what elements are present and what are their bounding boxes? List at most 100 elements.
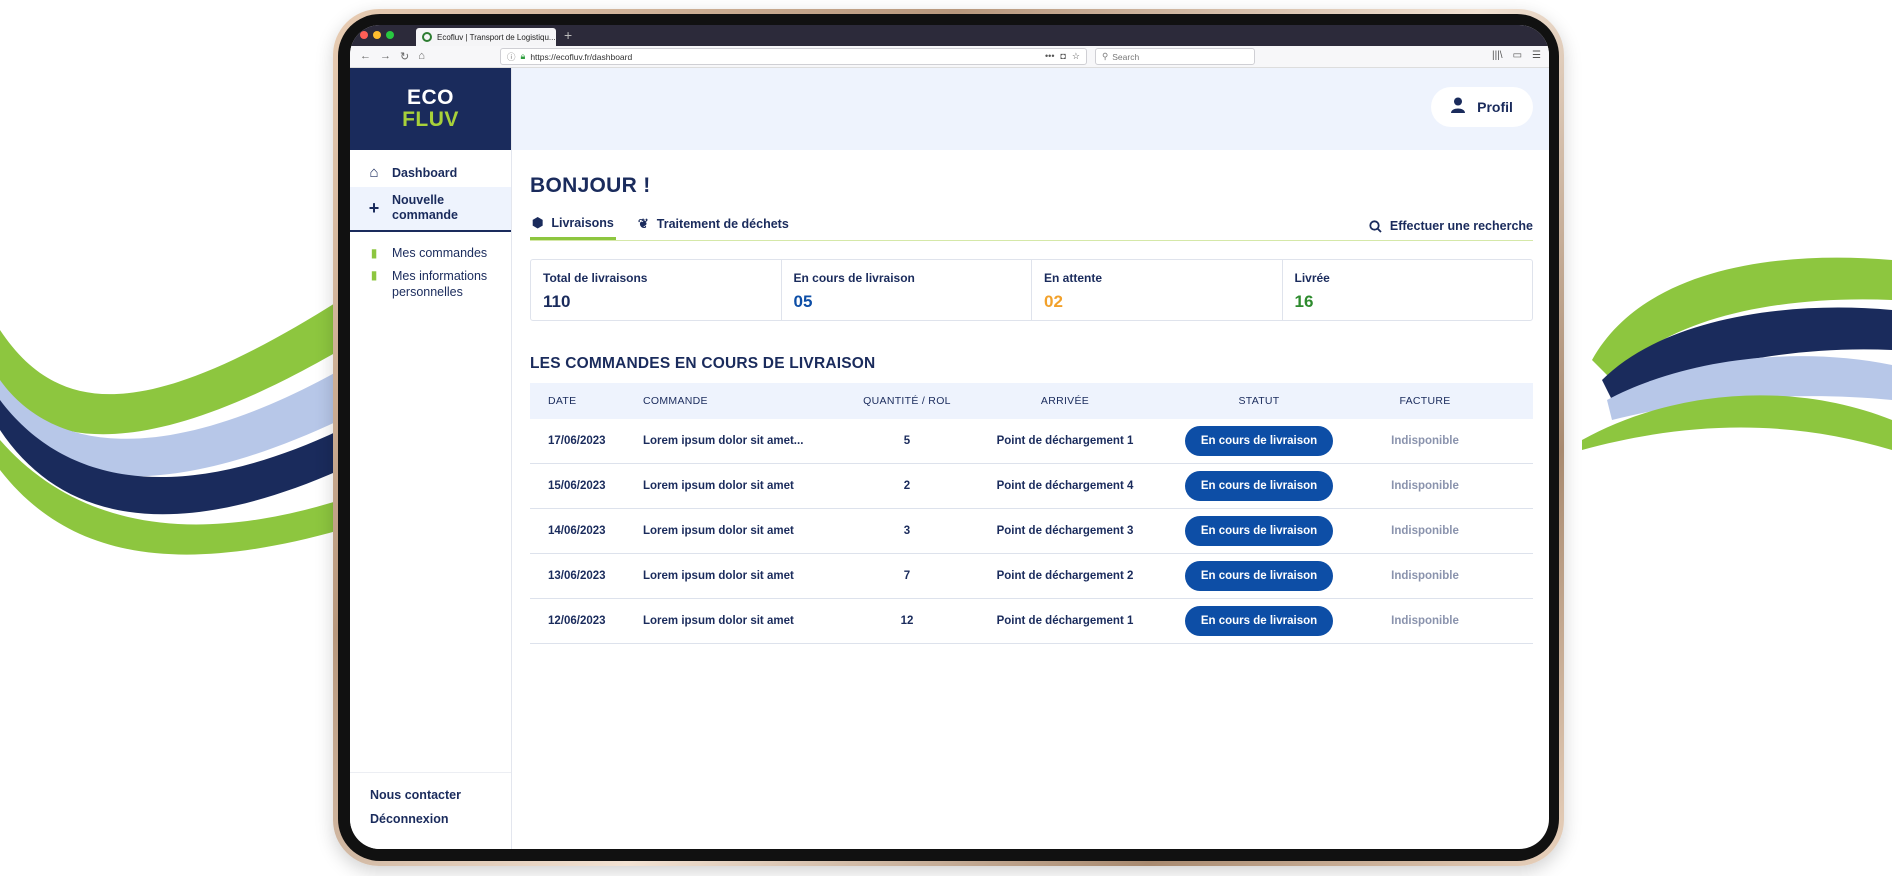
tab-livraisons[interactable]: ⬢ Livraisons [530, 215, 616, 240]
browser-tab[interactable]: Ecofluv | Transport de Logistiqu... ✕ [416, 28, 556, 46]
stat-value: 05 [793, 292, 813, 311]
table-header: DATE COMMANDE QUANTITÉ / ROL ARRIVÉE STA… [530, 383, 1533, 419]
cell-commande: Lorem ipsum dolor sit amet [643, 570, 794, 582]
table-row[interactable]: 13/06/2023 Lorem ipsum dolor sit amet 7 … [530, 554, 1533, 599]
column-header-date: DATE [548, 395, 577, 407]
status-badge[interactable]: En cours de livraison [1184, 561, 1334, 591]
favicon-icon [422, 32, 432, 42]
table-row[interactable]: 17/06/2023 Lorem ipsum dolor sit amet...… [530, 419, 1533, 464]
stat-value: 16 [1294, 292, 1314, 311]
back-icon[interactable]: ← [360, 50, 371, 63]
table-row[interactable]: 14/06/2023 Lorem ipsum dolor sit amet 3 … [530, 509, 1533, 554]
search-icon [1369, 219, 1382, 233]
stat-label: Total de livraisons [543, 271, 648, 285]
status-badge[interactable]: En cours de livraison [1184, 516, 1334, 546]
stat-total: Total de livraisons 110 [531, 260, 782, 320]
cell-commande: Lorem ipsum dolor sit amet [643, 525, 794, 537]
info-icon[interactable]: ⓘ [507, 51, 516, 63]
pocket-icon[interactable]: ◘ [1060, 51, 1065, 62]
column-header-facture: FACTURE [1399, 395, 1451, 407]
search-button[interactable]: Effectuer une recherche [1369, 219, 1533, 233]
search-icon: ⚲ [1102, 51, 1109, 61]
sidebar-toggle-icon[interactable]: ▭ [1513, 50, 1522, 61]
column-header-statut: STATUT [1238, 395, 1280, 407]
cell-facture: Indisponible [1391, 435, 1459, 447]
sidebar-item-label: Nouvelle commande [392, 193, 458, 222]
bookmark-star-icon[interactable]: ☆ [1072, 51, 1080, 62]
browser-search-input[interactable]: ⚲ Search [1095, 48, 1255, 65]
logout-link[interactable]: Déconnexion [370, 807, 461, 831]
cell-arrivee: Point de déchargement 1 [996, 435, 1134, 447]
cell-date: 14/06/2023 [548, 525, 606, 537]
orders-table: DATE COMMANDE QUANTITÉ / ROL ARRIVÉE STA… [530, 383, 1533, 644]
minimize-window-icon[interactable] [373, 31, 381, 39]
column-header-arrivee: ARRIVÉE [1040, 395, 1090, 407]
section-title: LES COMMANDES EN COURS DE LIVRAISON [530, 355, 876, 372]
home-browser-icon[interactable]: ⌂ [418, 50, 425, 63]
cell-quantite: 3 [903, 525, 911, 537]
url-text[interactable]: https://ecofluv.fr/dashboard [530, 52, 632, 62]
topbar: Profil [512, 68, 1549, 150]
sidebar-item-label: Dashboard [392, 165, 458, 180]
tablet-bezel: Ecofluv | Transport de Logistiqu... ✕ + … [338, 14, 1559, 861]
stat-en-cours: En cours de livraison 05 [782, 260, 1032, 320]
cell-commande: Lorem ipsum dolor sit amet [643, 615, 794, 627]
main-content: Profil BONJOUR ! ⬢ Livraisons ❦ Traiteme… [512, 68, 1549, 849]
dashboard-content: BONJOUR ! ⬢ Livraisons ❦ Traitement de d… [512, 174, 1549, 644]
browser-search-placeholder: Search [1112, 51, 1140, 62]
sidebar-footer: Nous contacter Déconnexion [370, 783, 461, 831]
box-icon: ⬢ [532, 215, 544, 230]
menu-icon[interactable]: ☰ [1532, 50, 1541, 61]
more-icon[interactable]: ••• [1045, 51, 1054, 62]
logo-line-1: ECO [406, 86, 454, 109]
decorative-ribbon-right [1582, 257, 1892, 450]
profile-button[interactable]: Profil [1431, 87, 1533, 127]
stat-value: 110 [543, 292, 571, 311]
stats-panel: Total de livraisons 110 En cours de livr… [530, 259, 1533, 321]
maximize-window-icon[interactable] [386, 31, 394, 39]
browser-tab-title: Ecofluv | Transport de Logistiqu... [437, 32, 556, 42]
sidebar-item-nouvelle-commande[interactable]: + Nouvelle commande [350, 187, 511, 232]
cell-quantite: 12 [900, 615, 914, 627]
sidebar-item-mes-informations[interactable]: ▮ Mes informations personnelles [350, 264, 511, 304]
tab-label: Traitement de déchets [656, 217, 789, 231]
reload-icon[interactable]: ↻ [400, 50, 409, 63]
sidebar-nav: ⌂ Dashboard + Nouvelle commande ▮ Mes co… [350, 150, 511, 304]
url-bar[interactable]: ⓘ 🔒︎ https://ecofluv.fr/dashboard ••• ◘ … [500, 48, 1087, 65]
sidebar: ECO FLUV ⌂ Dashboard + Nouvelle commande [350, 68, 512, 849]
sidebar-divider [350, 772, 511, 773]
close-window-icon[interactable] [360, 31, 368, 39]
cell-quantite: 5 [903, 435, 911, 447]
cell-date: 15/06/2023 [548, 480, 606, 492]
browser-tabbar: Ecofluv | Transport de Logistiqu... ✕ + [350, 25, 1549, 46]
table-row[interactable]: 15/06/2023 Lorem ipsum dolor sit amet 2 … [530, 464, 1533, 509]
cell-arrivee: Point de déchargement 4 [996, 480, 1134, 492]
status-badge[interactable]: En cours de livraison [1184, 606, 1334, 636]
tabs: ⬢ Livraisons ❦ Traitement de déchets Eff… [530, 212, 1533, 241]
sidebar-item-mes-commandes[interactable]: ▮ Mes commandes [350, 242, 511, 264]
column-header-quantite: QUANTITÉ / ROL [863, 395, 951, 407]
cell-date: 17/06/2023 [548, 435, 606, 447]
new-tab-icon[interactable]: + [564, 27, 572, 43]
stat-livree: Livrée 16 [1283, 260, 1533, 320]
profile-label: Profil [1477, 99, 1513, 115]
decorative-ribbon-left [0, 300, 340, 555]
window-controls [360, 31, 394, 39]
library-icon[interactable]: |||\ [1492, 50, 1503, 61]
app: ECO FLUV ⌂ Dashboard + Nouvelle commande [350, 68, 1549, 849]
sidebar-sub-nav: ▮ Mes commandes ▮ Mes informations perso… [350, 242, 511, 304]
forward-icon[interactable]: → [380, 50, 391, 63]
stat-label: En cours de livraison [793, 271, 915, 285]
logo[interactable]: ECO FLUV [350, 68, 511, 150]
tab-traitement-dechets[interactable]: ❦ Traitement de déchets [636, 216, 791, 240]
status-badge[interactable]: En cours de livraison [1184, 426, 1334, 456]
lock-icon: 🔒︎ [520, 51, 526, 61]
cell-facture: Indisponible [1391, 480, 1459, 492]
id-card-icon: ▮ [370, 268, 378, 282]
status-badge[interactable]: En cours de livraison [1184, 471, 1334, 501]
contact-link[interactable]: Nous contacter [370, 783, 461, 807]
table-row[interactable]: 12/06/2023 Lorem ipsum dolor sit amet 12… [530, 599, 1533, 644]
sidebar-item-label: Mes informations personnelles [392, 269, 488, 299]
stat-label: En attente [1044, 271, 1103, 285]
sidebar-item-dashboard[interactable]: ⌂ Dashboard [350, 158, 511, 187]
